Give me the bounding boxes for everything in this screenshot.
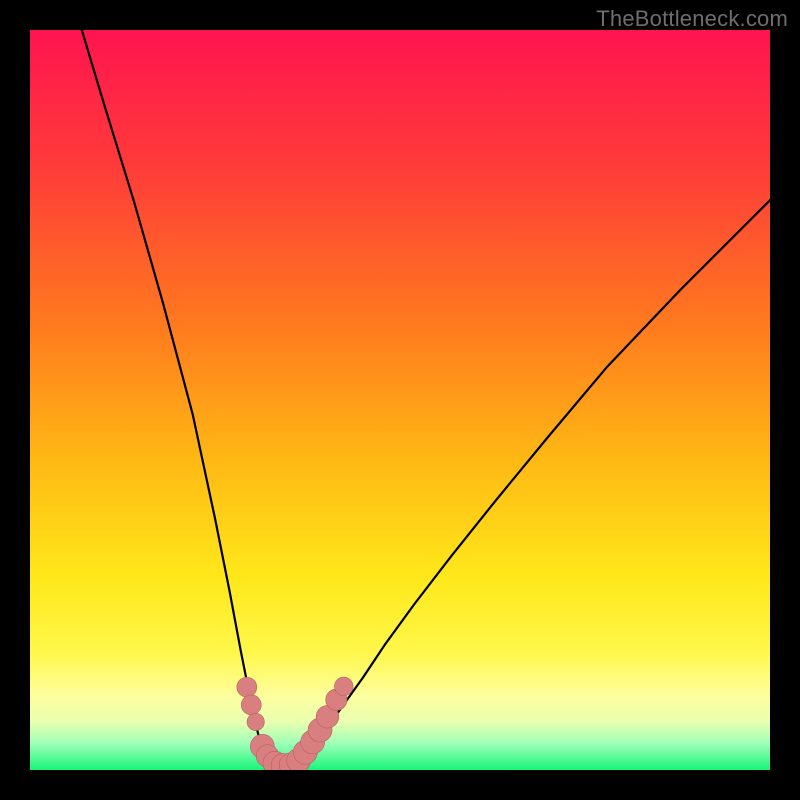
curve-left-branch <box>82 30 273 766</box>
curve-layer <box>30 30 770 770</box>
data-marker <box>334 677 353 696</box>
data-marker <box>241 695 261 715</box>
watermark-text: TheBottleneck.com <box>596 6 788 32</box>
plot-area <box>30 30 770 770</box>
curve-right-branch <box>296 200 770 765</box>
data-marker <box>247 713 264 730</box>
data-marker <box>237 677 257 697</box>
data-markers <box>237 677 353 770</box>
chart-frame: TheBottleneck.com <box>0 0 800 800</box>
